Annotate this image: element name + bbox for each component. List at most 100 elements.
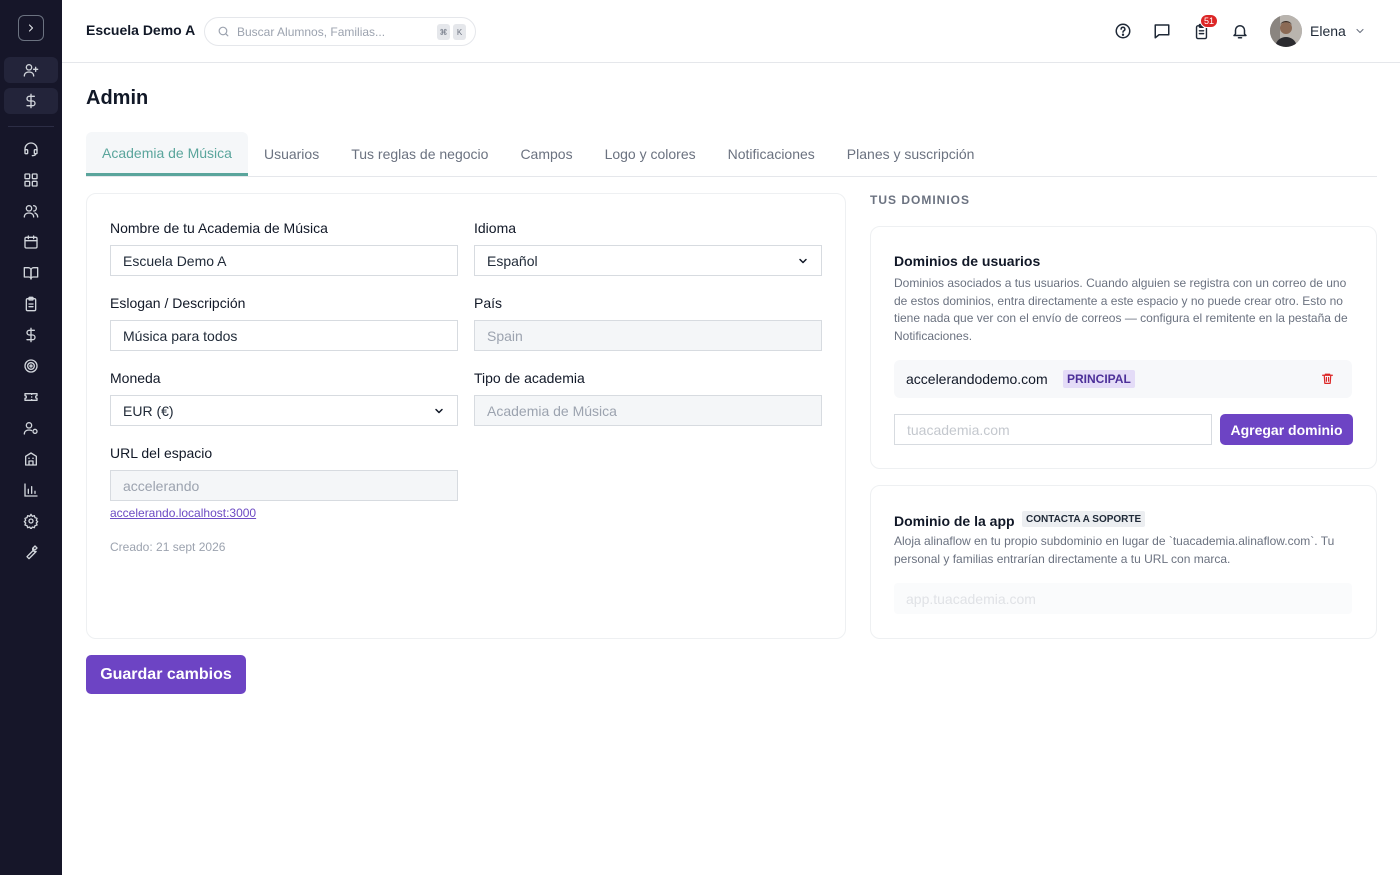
sidebar-item-reports[interactable]: [4, 477, 58, 503]
type-field: Academia de Música: [474, 395, 822, 426]
admin-tabs: Academia de Música Usuarios Tus reglas d…: [86, 132, 1377, 177]
name-label: Nombre de tu Academia de Música: [110, 220, 328, 236]
domain-name: accelerandodemo.com: [906, 371, 1048, 387]
sidebar-item-support[interactable]: [4, 136, 58, 162]
slogan-value: Música para todos: [123, 327, 238, 344]
delete-domain-button[interactable]: [1321, 372, 1334, 385]
user-domains-title: Dominios de usuarios: [894, 253, 1041, 269]
bell-icon: [1231, 22, 1249, 40]
bar-chart-icon: [23, 482, 39, 498]
message-square-icon: [1153, 22, 1171, 40]
sidebar-item-locations[interactable]: [4, 446, 58, 472]
notification-badge: 51: [1200, 14, 1219, 28]
currency-label: Moneda: [110, 370, 161, 386]
building-icon: [23, 451, 39, 467]
save-changes-button[interactable]: Guardar cambios: [86, 655, 246, 694]
sidebar-item-add-student[interactable]: [4, 57, 58, 83]
sidebar-item-billing[interactable]: [4, 88, 58, 114]
created-date: Creado: 21 sept 2026: [110, 540, 226, 554]
app-domain-input: [894, 583, 1352, 614]
dollar-icon: [23, 93, 39, 109]
search-input[interactable]: [237, 24, 427, 39]
currency-select[interactable]: EUR (€): [110, 395, 458, 426]
user-domains-description: Dominios asociados a tus usuarios. Cuand…: [894, 276, 1348, 343]
contact-support-badge: CONTACTA A SOPORTE: [1022, 511, 1146, 527]
sidebar-item-tickets[interactable]: [4, 384, 58, 410]
language-select[interactable]: Español: [474, 245, 822, 276]
avatar[interactable]: [1270, 15, 1302, 47]
sidebar-item-calendar[interactable]: [4, 229, 58, 255]
page-title: Admin: [86, 87, 149, 109]
domains-section-title: TUS DOMINIOS: [870, 193, 971, 207]
language-value: Español: [487, 252, 538, 269]
calendar-icon: [23, 234, 39, 250]
country-label: País: [474, 295, 503, 311]
sidebar-item-staff[interactable]: [4, 415, 58, 441]
school-name[interactable]: Escuela Demo A: [86, 22, 195, 38]
trash-icon: [1321, 372, 1334, 385]
shortcut-key-k: K: [453, 24, 466, 40]
tab-academia[interactable]: Academia de Música: [86, 132, 248, 176]
clipboard-icon: [23, 296, 39, 312]
messages-button[interactable]: [1151, 20, 1173, 42]
chevron-down-icon: [797, 255, 809, 267]
sidebar-item-courses[interactable]: [4, 260, 58, 286]
country-value: Spain: [487, 327, 523, 344]
url-value: accelerando: [123, 477, 200, 494]
dollar-icon: [23, 327, 39, 343]
name-field[interactable]: Escuela Demo A: [110, 245, 458, 276]
sidebar: [0, 0, 62, 875]
tab-planes[interactable]: Planes y suscripción: [831, 132, 991, 176]
user-domains-card: Dominios de usuarios Dominios asociados …: [870, 226, 1377, 469]
users-icon: [23, 203, 39, 219]
target-icon: [23, 358, 39, 374]
tab-notificaciones[interactable]: Notificaciones: [712, 132, 831, 176]
user-cog-icon: [23, 420, 39, 436]
country-field: Spain: [474, 320, 822, 351]
tab-logo-colores[interactable]: Logo y colores: [589, 132, 712, 176]
domain-row: accelerandodemo.com PRINCIPAL: [894, 360, 1352, 398]
sidebar-item-tools[interactable]: [4, 539, 58, 565]
space-url-link[interactable]: accelerando.localhost:3000: [110, 506, 256, 520]
tab-reglas-negocio[interactable]: Tus reglas de negocio: [335, 132, 504, 176]
app-domain-title: Dominio de la app: [894, 513, 1015, 529]
notifications-button[interactable]: [1229, 20, 1251, 42]
name-value: Escuela Demo A: [123, 252, 227, 269]
tab-campos[interactable]: Campos: [504, 132, 588, 176]
academy-form-card: Nombre de tu Academia de Música Escuela …: [86, 193, 846, 639]
search-icon: [217, 25, 230, 38]
add-domain-button[interactable]: Agregar dominio: [1220, 414, 1353, 445]
headset-icon: [23, 141, 39, 157]
user-menu-button[interactable]: [1354, 25, 1366, 37]
user-name[interactable]: Elena: [1310, 23, 1346, 39]
sidebar-item-payments[interactable]: [4, 322, 58, 348]
ticket-icon: [23, 389, 39, 405]
sidebar-item-tasks[interactable]: [4, 291, 58, 317]
primary-badge: PRINCIPAL: [1063, 370, 1135, 388]
search-box[interactable]: ⌘ K: [204, 17, 476, 46]
slogan-field[interactable]: Música para todos: [110, 320, 458, 351]
sidebar-item-settings[interactable]: [4, 508, 58, 534]
tab-usuarios[interactable]: Usuarios: [248, 132, 335, 176]
type-label: Tipo de academia: [474, 370, 585, 386]
help-button[interactable]: [1112, 20, 1134, 42]
currency-value: EUR (€): [123, 402, 174, 419]
sidebar-toggle-button[interactable]: [18, 15, 44, 41]
grid-icon: [23, 172, 39, 188]
sidebar-item-dashboard[interactable]: [4, 167, 58, 193]
book-icon: [23, 265, 39, 281]
top-bar: Escuela Demo A ⌘ K 51 Elena: [62, 0, 1400, 63]
main-content: Admin Academia de Música Usuarios Tus re…: [62, 63, 1400, 875]
new-domain-input[interactable]: [894, 414, 1212, 445]
type-value: Academia de Música: [487, 402, 617, 419]
chevron-down-icon: [433, 405, 445, 417]
language-label: Idioma: [474, 220, 517, 236]
user-plus-icon: [23, 62, 39, 78]
sidebar-divider: [8, 126, 54, 127]
url-label: URL del espacio: [110, 445, 213, 461]
help-circle-icon: [1114, 22, 1132, 40]
sidebar-item-people[interactable]: [4, 198, 58, 224]
shortcut-key-cmd: ⌘: [437, 24, 450, 40]
sidebar-item-goals[interactable]: [4, 353, 58, 379]
wrench-icon: [23, 544, 39, 560]
